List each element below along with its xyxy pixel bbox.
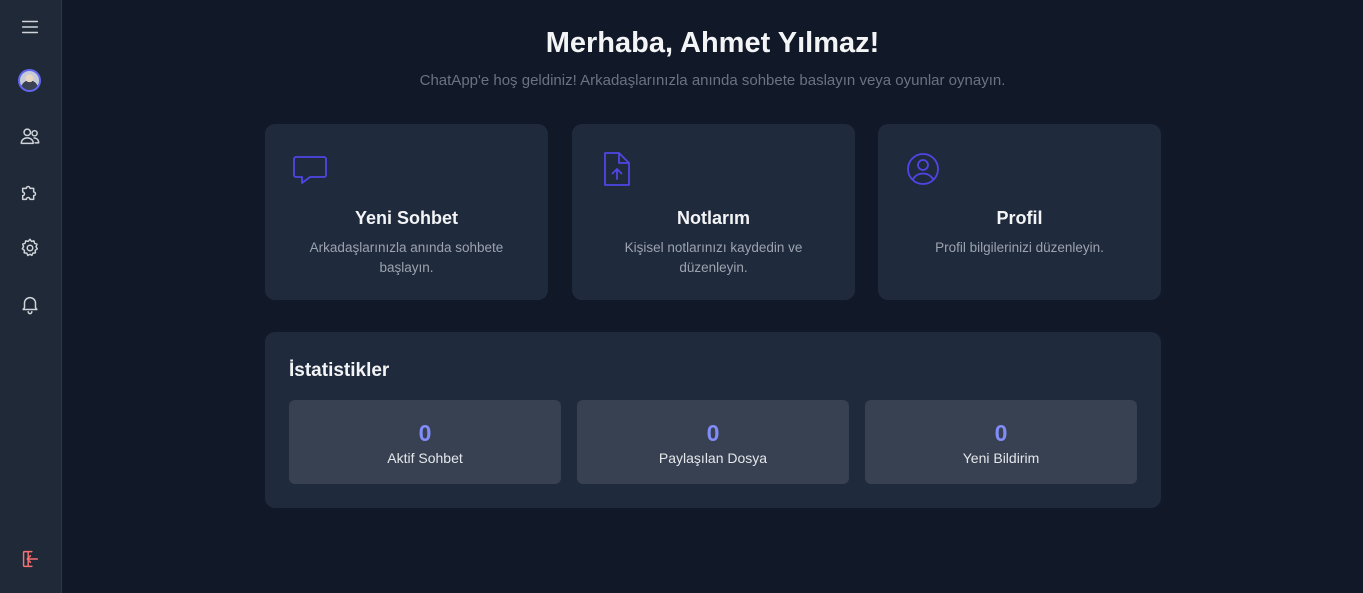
chat-bubble-icon <box>290 149 330 189</box>
profile-card[interactable]: Profil Profil bilgilerinizi düzenleyin. <box>878 124 1161 300</box>
card-title: Yeni Sohbet <box>354 208 459 228</box>
logout-icon[interactable] <box>15 544 45 574</box>
page-subtitle: ChatApp'e hoş geldiniz! Arkadaşlarınızla… <box>419 72 1006 89</box>
notes-card[interactable]: Notlarım Kişisel notlarınızı kaydedin ve… <box>572 124 855 300</box>
main-content: Merhaba, Ahmet Yılmaz! ChatApp'e hoş gel… <box>62 0 1363 593</box>
stat-value: 0 <box>418 420 432 446</box>
stat-value: 0 <box>994 420 1008 446</box>
user-circle-icon <box>903 149 943 189</box>
card-title: Profil <box>996 208 1043 228</box>
sidebar <box>0 0 62 593</box>
stat-label: Yeni Bildirim <box>962 450 1040 466</box>
card-description: Profil bilgilerinizi düzenleyin. <box>935 240 1104 255</box>
users-icon[interactable] <box>15 121 45 151</box>
bell-icon[interactable] <box>15 289 45 319</box>
card-description: Arkadaşlarınızla anında sohbete başlayın… <box>309 240 504 275</box>
avatar[interactable] <box>18 69 41 92</box>
stat-new-notifications: 0 Yeni Bildirim <box>865 400 1137 484</box>
stat-active-chats: 0 Aktif Sohbet <box>289 400 561 484</box>
stat-label: Aktif Sohbet <box>387 450 463 466</box>
page-title: Merhaba, Ahmet Yılmaz! <box>545 27 880 59</box>
puzzle-icon[interactable] <box>15 177 45 207</box>
stat-shared-files: 0 Paylaşılan Dosya <box>577 400 849 484</box>
file-upload-icon <box>597 149 637 189</box>
stat-value: 0 <box>706 420 720 446</box>
stat-label: Paylaşılan Dosya <box>658 450 768 466</box>
stats-title: İstatistikler <box>289 360 390 381</box>
new-chat-card[interactable]: Yeni Sohbet Arkadaşlarınızla anında sohb… <box>265 124 548 300</box>
settings-icon[interactable] <box>15 233 45 263</box>
card-title: Notlarım <box>676 208 750 228</box>
card-description: Kişisel notlarınızı kaydedin ve düzenley… <box>624 240 803 275</box>
stats-panel: İstatistikler 0 Aktif Sohbet 0 Paylaşıla… <box>265 332 1161 508</box>
menu-icon[interactable] <box>15 12 45 42</box>
